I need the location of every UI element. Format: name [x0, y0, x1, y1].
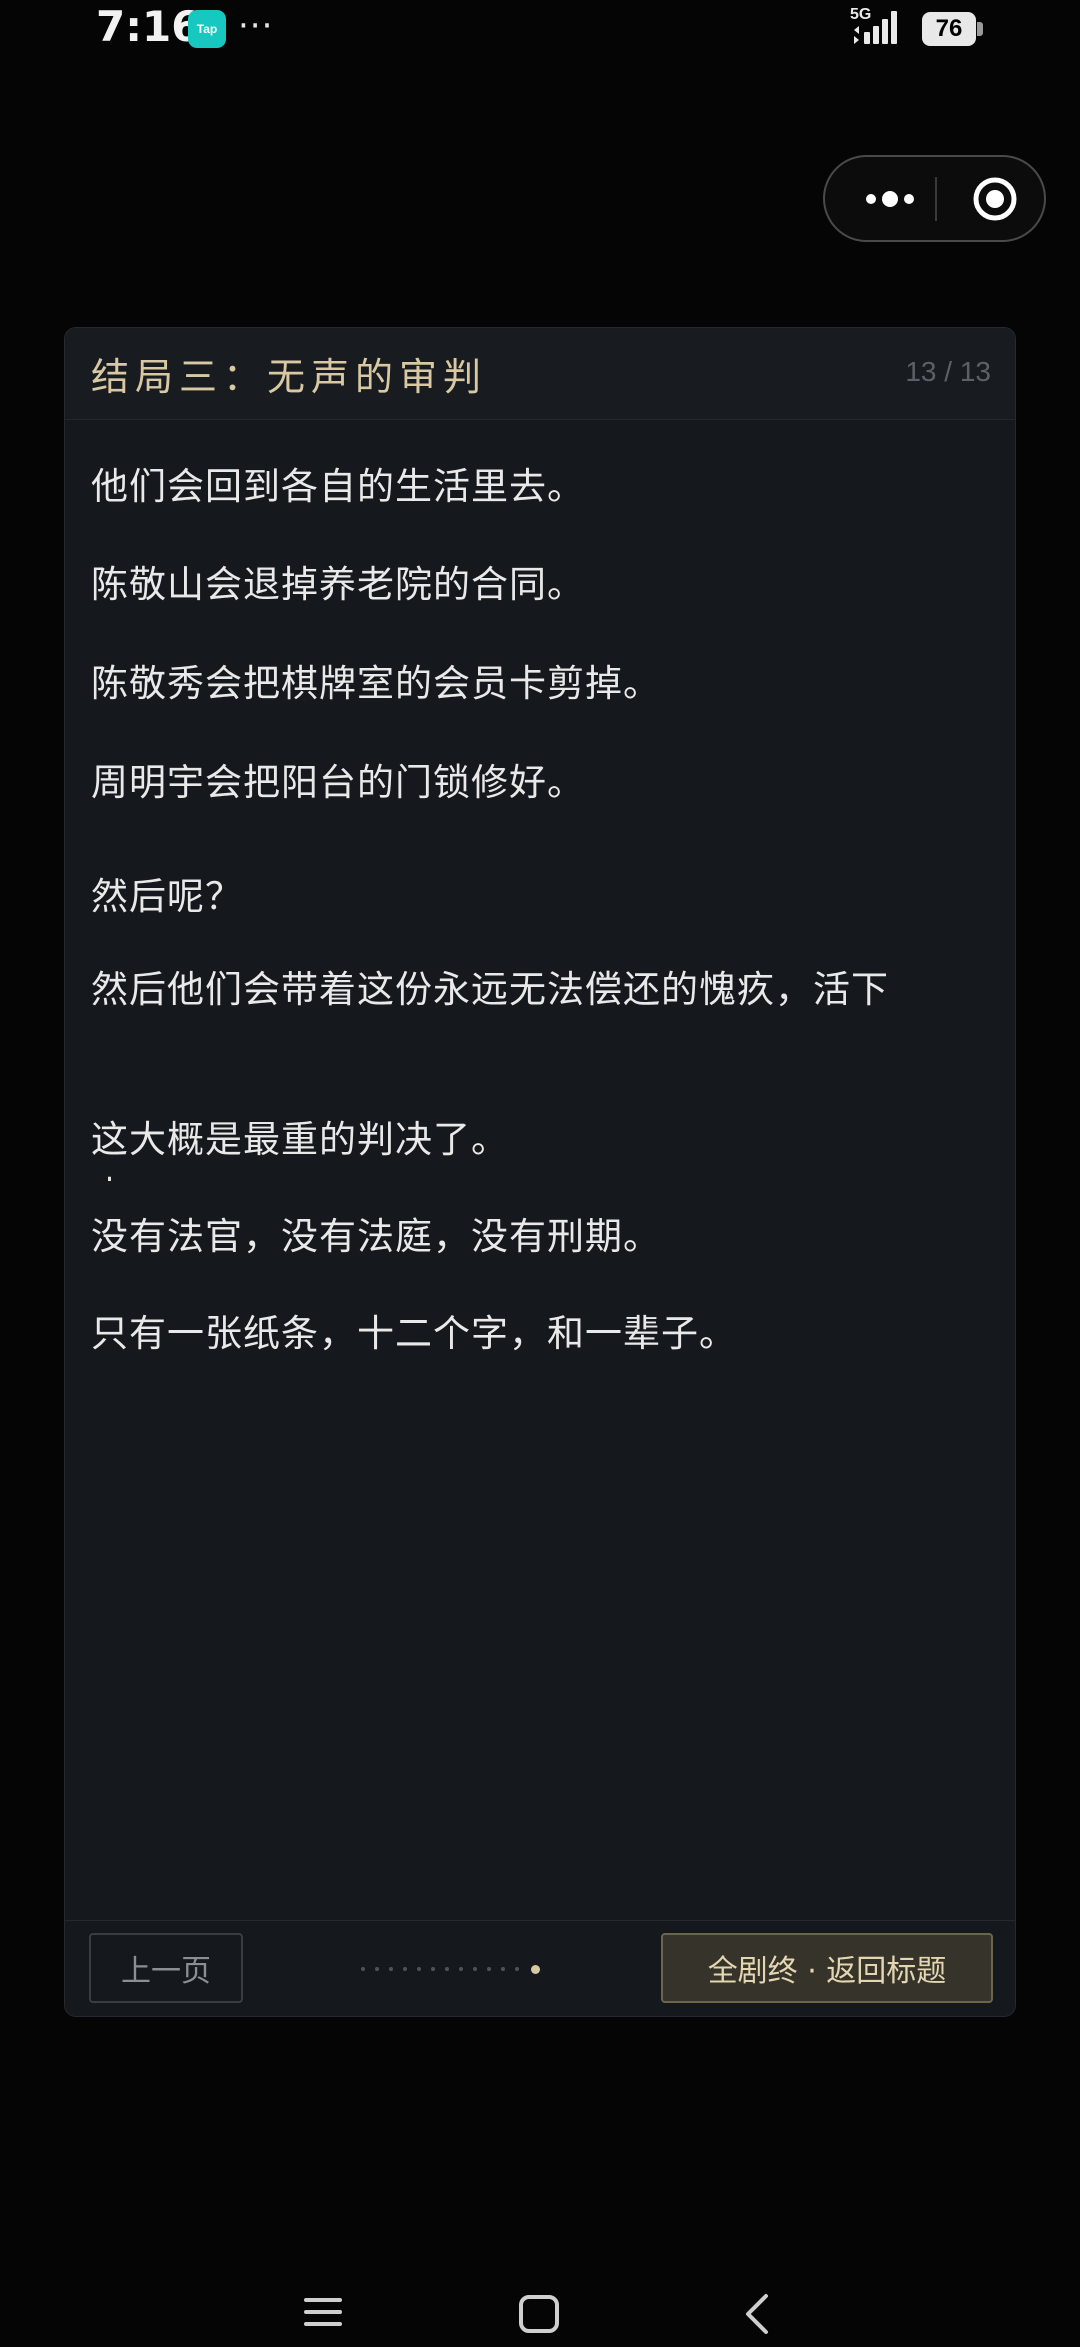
more-icon: [866, 190, 914, 207]
page-dot: [375, 1967, 379, 1971]
page-dot: [431, 1967, 435, 1971]
page-dot: [417, 1967, 421, 1971]
close-button[interactable]: [955, 157, 1035, 240]
status-bar: 7:16 Tap ··· 5G 76: [0, 0, 1080, 60]
chapter-header: 结局三：无声的审判 13 / 13: [65, 328, 1015, 420]
paragraph: 然后他们会带着这份永远无法偿还的愧疚，活下: [91, 968, 889, 1011]
menu-icon: [304, 2298, 342, 2326]
close-target-icon: [973, 177, 1017, 220]
paragraph: 陈敬秀会把棋牌室的会员卡剪掉。: [91, 662, 661, 705]
reader-footer: 上一页 全剧终 · 返回标题: [65, 1920, 1015, 2016]
menu-button[interactable]: [300, 2292, 346, 2336]
more-button[interactable]: [845, 157, 935, 240]
capsule-divider: [935, 177, 937, 221]
page-dot: [403, 1967, 407, 1971]
status-time: 7:16: [96, 2, 201, 51]
story-text: 他们会回到各自的生活里去。 陈敬山会退掉养老院的合同。 陈敬秀会把棋牌室的会员卡…: [91, 420, 991, 1820]
page-dot-active: [531, 1964, 540, 1974]
signal-icon: 5G: [850, 6, 906, 46]
paragraph: 只有一张纸条，十二个字，和一辈子。: [91, 1312, 737, 1355]
page-indicator: [361, 1963, 550, 1975]
reader-card: 结局三：无声的审判 13 / 13 他们会回到各自的生活里去。 陈敬山会退掉养老…: [64, 327, 1016, 2017]
previous-page-button[interactable]: 上一页: [89, 1933, 243, 2003]
back-icon: [746, 2294, 768, 2334]
battery-icon: 76: [922, 12, 984, 46]
paragraph: 他们会回到各自的生活里去。: [91, 465, 585, 508]
home-button[interactable]: [516, 2292, 562, 2340]
paragraph: 这大概是最重的判决了。: [91, 1118, 509, 1161]
page-dot: [361, 1967, 365, 1971]
page-counter: 13 / 13: [905, 356, 991, 387]
tap-app-icon: Tap: [188, 10, 226, 48]
page-dot: [487, 1967, 491, 1971]
mini-program-capsule: [823, 155, 1046, 242]
battery-level: 76: [922, 12, 976, 46]
paragraph: 陈敬山会退掉养老院的合同。: [91, 563, 585, 606]
page-dot: [445, 1967, 449, 1971]
back-button[interactable]: [738, 2292, 778, 2340]
paragraph: 去。: [91, 1165, 167, 1181]
page-dot: [501, 1967, 505, 1971]
home-icon: [519, 2295, 559, 2333]
chapter-title: 结局三：无声的审判: [91, 355, 488, 399]
paragraph: 没有法官，没有法庭，没有刑期。: [91, 1215, 661, 1258]
paragraph: 然后呢？: [91, 875, 243, 918]
page-dot: [459, 1967, 463, 1971]
paragraph: 周明宇会把阳台的门锁修好。: [91, 761, 585, 804]
return-to-title-button[interactable]: 全剧终 · 返回标题: [661, 1933, 993, 2003]
navigation-bar: [0, 2280, 1080, 2347]
page-dot: [515, 1967, 519, 1971]
page-dot: [473, 1967, 477, 1971]
notification-more-icon: ···: [238, 6, 274, 46]
page-dot: [389, 1967, 393, 1971]
